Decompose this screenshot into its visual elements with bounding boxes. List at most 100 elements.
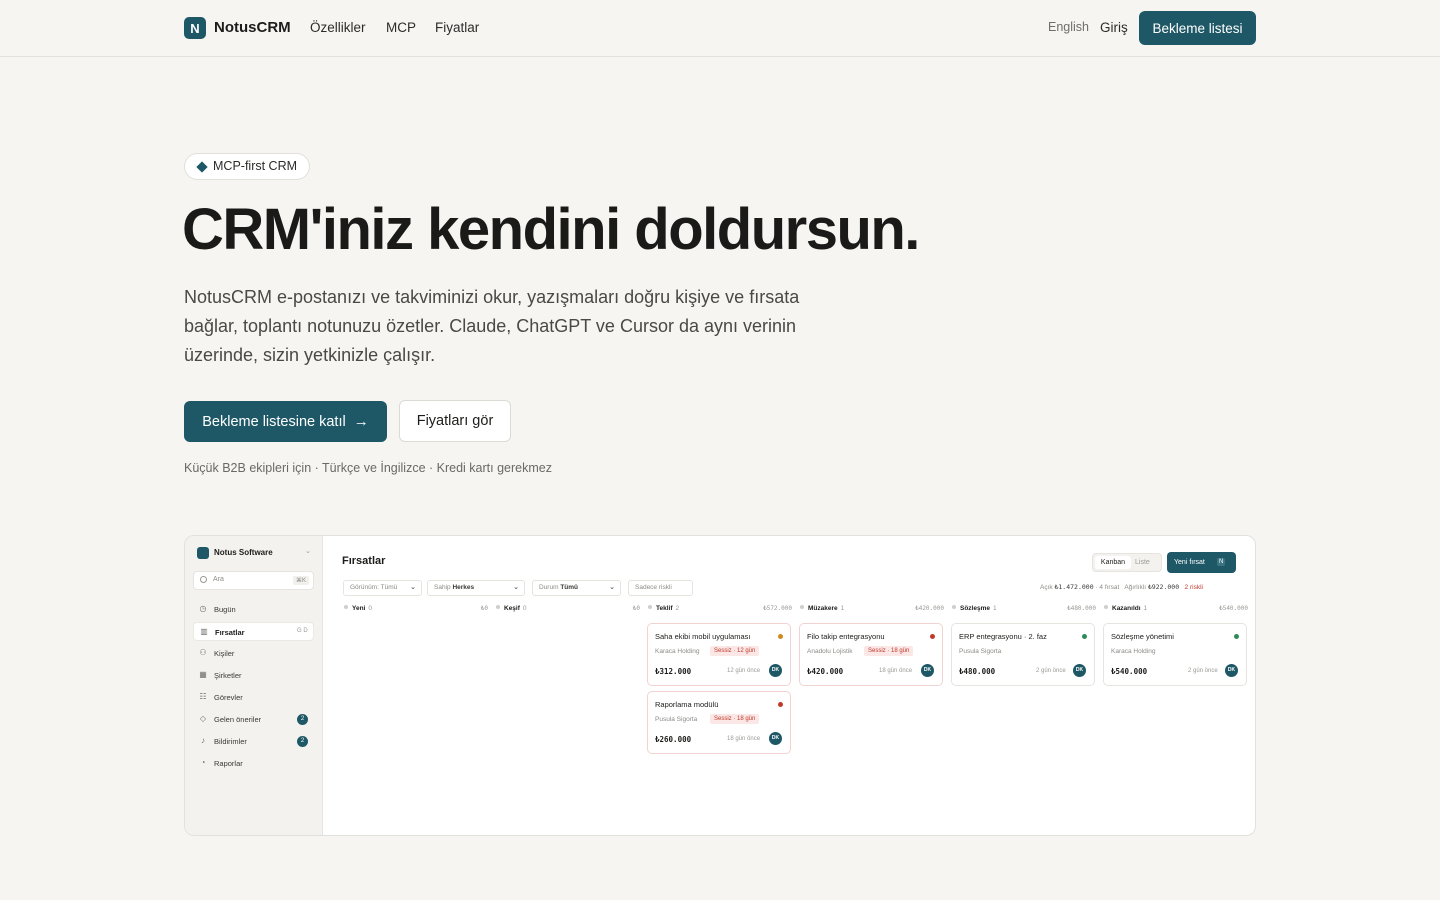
sidebar-item-contacts[interactable]: ⚇ Kişiler bbox=[193, 644, 314, 663]
new-deal-button[interactable]: Yeni fırsat N bbox=[1167, 552, 1236, 573]
column-header-won: Kazanıldı 1 ₺540.000 bbox=[1104, 605, 1248, 615]
chevron-down-icon: ⌄ bbox=[609, 584, 615, 591]
deal-last-activity: 2 gün önce bbox=[1036, 668, 1066, 674]
totals-open-value: ₺1.472.000 bbox=[1054, 583, 1094, 591]
column-name: Keşif 0 bbox=[496, 605, 527, 612]
deal-title: Raporlama modülü bbox=[655, 700, 719, 709]
sidebar-item-label: Bildirimler bbox=[214, 737, 247, 746]
totals-open-count: · 4 fırsat bbox=[1095, 584, 1120, 591]
sidebar-item-deals[interactable]: ▥ Fırsatlar G D bbox=[193, 622, 314, 641]
sidebar-item-suggestions[interactable]: ◇ Gelen öneriler 2 bbox=[193, 710, 314, 729]
nav-link-pricing[interactable]: Fiyatlar bbox=[435, 20, 479, 35]
stage-dot-icon bbox=[1104, 605, 1108, 609]
column-name: Sözleşme 1 bbox=[952, 605, 997, 612]
deal-card[interactable]: Filo takip entegrasyonu Anadolu Lojistik… bbox=[799, 623, 943, 686]
deal-card[interactable]: Sözleşme yönetimi Karaca Holding ₺540.00… bbox=[1103, 623, 1247, 686]
column-header-new: Yeni 0 ₺0 bbox=[344, 605, 488, 615]
column-sum: ₺572.000 bbox=[763, 605, 792, 612]
nav-link-features[interactable]: Özellikler bbox=[310, 20, 366, 35]
hero-lead: NotusCRM e-postanızı ve takviminizi okur… bbox=[184, 287, 800, 365]
status-dot-icon bbox=[778, 634, 783, 639]
column-header-proposal: Teklif 2 ₺572.000 bbox=[648, 605, 792, 615]
sidebar-item-tasks[interactable]: ☷ Görevler bbox=[193, 688, 314, 707]
column-count: 1 bbox=[1143, 605, 1148, 612]
board-icon: ▥ bbox=[200, 627, 208, 636]
column-sum: ₺0 bbox=[632, 605, 640, 612]
filter-owner[interactable]: Sahip Herkes ⌄ bbox=[427, 580, 525, 596]
stage-dot-icon bbox=[800, 605, 804, 609]
view-kanban-button[interactable]: Kanban bbox=[1095, 556, 1131, 569]
deal-title: Saha ekibi mobil uygulaması bbox=[655, 632, 751, 641]
avatar: DK bbox=[1073, 664, 1086, 677]
new-deal-label: Yeni fırsat bbox=[1174, 559, 1205, 566]
avatar: DK bbox=[769, 732, 782, 745]
join-waitlist-button[interactable]: Bekleme listesine katıl → bbox=[184, 401, 387, 442]
avatar: DK bbox=[1225, 664, 1238, 677]
building-icon: ▦ bbox=[199, 670, 207, 679]
column-title: Kazanıldı bbox=[1112, 605, 1141, 612]
arrow-right-icon: → bbox=[353, 413, 369, 430]
deal-last-activity: 18 gün önce bbox=[879, 668, 913, 674]
filter-label: Durum bbox=[539, 584, 559, 591]
filter-view[interactable]: Görünüm: Tümü ⌄ bbox=[343, 580, 422, 596]
search-placeholder: Ara bbox=[213, 576, 224, 583]
column-title: Keşif bbox=[504, 605, 520, 612]
column-header-discovery: Keşif 0 ₺0 bbox=[496, 605, 640, 615]
brand-name[interactable]: NotusCRM bbox=[214, 19, 291, 36]
deal-last-activity: 2 gün önce bbox=[1188, 668, 1218, 674]
waitlist-button[interactable]: Bekleme listesi bbox=[1139, 11, 1256, 45]
language-switch[interactable]: English bbox=[1048, 20, 1089, 34]
avatar: DK bbox=[921, 664, 934, 677]
login-link[interactable]: Giriş bbox=[1100, 20, 1128, 35]
see-pricing-button[interactable]: Fiyatları gör bbox=[399, 400, 511, 442]
workspace-logo-icon bbox=[197, 547, 209, 559]
sidebar-item-label: Raporlar bbox=[214, 759, 243, 768]
count-badge: 2 bbox=[297, 736, 308, 747]
column-count: 0 bbox=[522, 605, 527, 612]
sidebar-item-companies[interactable]: ▦ Şirketler bbox=[193, 666, 314, 685]
column-title: Müzakere bbox=[808, 605, 838, 612]
brand-logo-icon[interactable]: N bbox=[184, 17, 206, 39]
workspace-switcher[interactable]: Notus Software ⌄ bbox=[197, 547, 315, 560]
column-sum: ₺420.000 bbox=[915, 605, 944, 612]
deal-company: Anadolu Lojistik bbox=[807, 648, 853, 655]
filter-risky-only[interactable]: Sadece riskli bbox=[628, 580, 693, 596]
sidebar-item-label: Gelen öneriler bbox=[214, 715, 262, 724]
stage-dot-icon bbox=[496, 605, 500, 609]
filter-value: Herkes bbox=[452, 584, 475, 591]
filter-value: Tümü bbox=[380, 584, 398, 591]
column-count: 1 bbox=[840, 605, 845, 612]
column-title: Sözleşme bbox=[960, 605, 990, 612]
column-sum: ₺540.000 bbox=[1219, 605, 1248, 612]
deal-amount: ₺420.000 bbox=[807, 667, 844, 676]
view-list-button[interactable]: Liste bbox=[1135, 556, 1150, 569]
deal-amount: ₺260.000 bbox=[655, 735, 692, 744]
app-sidebar: Notus Software ⌄ Ara ⌘K ◷ Bugün ▥ Fırsat… bbox=[185, 536, 323, 835]
shortcut-hint: N bbox=[1217, 558, 1226, 566]
sidebar-item-reports[interactable]: ◔ Raporlar bbox=[193, 754, 314, 773]
column-title: Yeni bbox=[352, 605, 366, 612]
status-dot-icon bbox=[930, 634, 935, 639]
deal-amount: ₺312.000 bbox=[655, 667, 692, 676]
sidebar-item-notifications[interactable]: ♪ Bildirimler 2 bbox=[193, 732, 314, 751]
column-sum: ₺0 bbox=[480, 605, 488, 612]
totals-risky: 2 riskli bbox=[1184, 584, 1203, 591]
deal-company: Karaca Holding bbox=[1111, 648, 1156, 655]
deal-card[interactable]: Raporlama modülü Pusula Sigorta Sessiz ·… bbox=[647, 691, 791, 754]
search-icon bbox=[200, 576, 207, 583]
deal-card[interactable]: Saha ekibi mobil uygulaması Karaca Holdi… bbox=[647, 623, 791, 686]
search-shortcut: ⌘K bbox=[293, 576, 310, 585]
deal-card[interactable]: ERP entegrasyonu · 2. faz Pusula Sigorta… bbox=[951, 623, 1095, 686]
column-header-negotiation: Müzakere 1 ₺420.000 bbox=[800, 605, 944, 615]
filter-status[interactable]: Durum Tümü ⌄ bbox=[532, 580, 621, 596]
sidebar-item-today[interactable]: ◷ Bugün bbox=[193, 600, 314, 619]
nav-link-mcp[interactable]: MCP bbox=[386, 20, 416, 35]
deal-last-activity: 12 gün önce bbox=[727, 668, 761, 674]
deal-company: Pusula Sigorta bbox=[655, 716, 698, 723]
totals-open-label: Açık bbox=[1040, 584, 1053, 591]
chevron-down-icon: ⌄ bbox=[305, 548, 311, 555]
silence-tag: Sessiz · 12 gün bbox=[710, 646, 760, 656]
sidebar-search[interactable]: Ara ⌘K bbox=[193, 571, 314, 590]
status-dot-icon bbox=[1082, 634, 1087, 639]
column-header-contract: Sözleşme 1 ₺480.000 bbox=[952, 605, 1096, 615]
